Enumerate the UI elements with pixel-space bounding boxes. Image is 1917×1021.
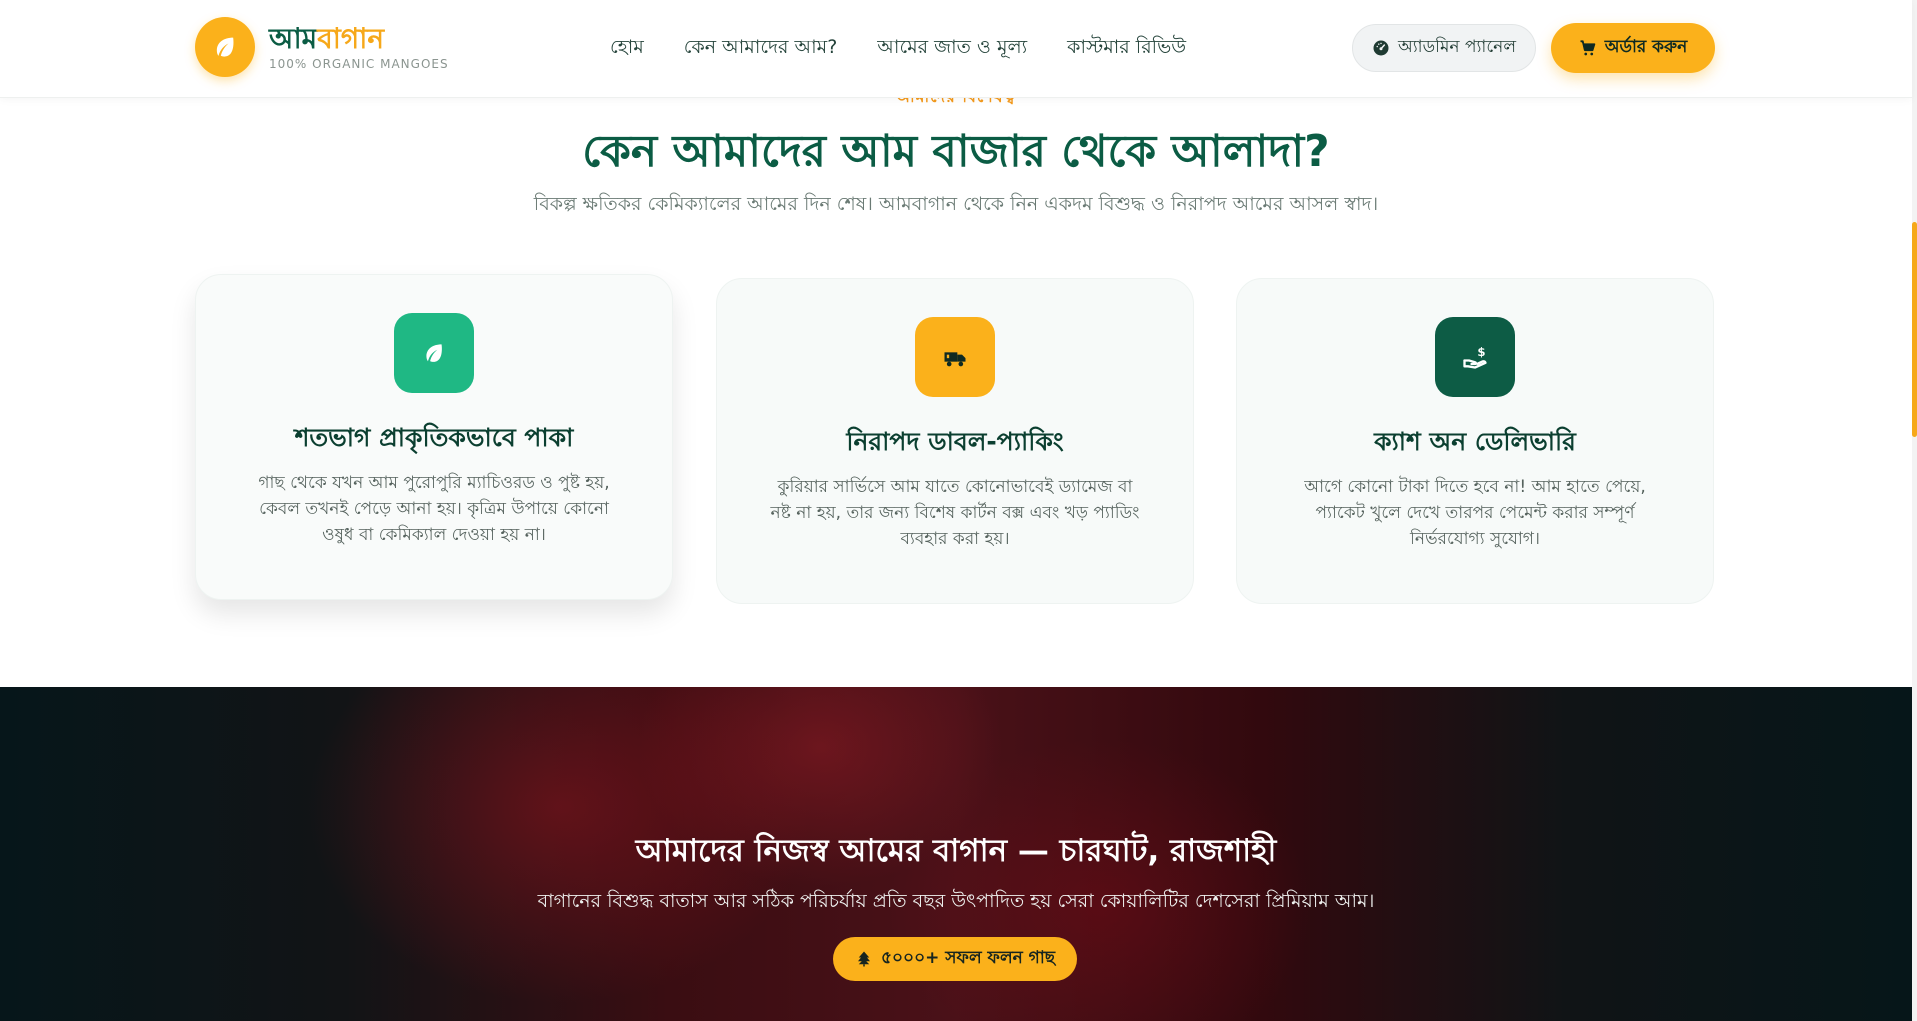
brand-name: আমবাগান [269, 23, 449, 55]
garden-badge-label: ৫০০০+ সফল ফলন গাছ [880, 948, 1056, 968]
why-section: আমাদের বিশেষত্ব কেন আমাদের আম বাজার থেকে… [0, 87, 1912, 687]
leaf-icon [426, 344, 442, 362]
logo[interactable]: আমবাগান 100% ORGANIC MANGOES [195, 17, 449, 77]
truck-icon [944, 352, 966, 367]
brand-name-part1: আম [269, 22, 318, 55]
section-subtitle: বিকল্প ক্ষতিকর কেমিক্যালের আমের দিন শেষ।… [533, 193, 1379, 215]
garden-section: আমাদের নিজস্ব আমের বাগান — চারঘাট, রাজশা… [0, 687, 1912, 1021]
tree-icon [857, 951, 870, 967]
cash-hand-icon: $ [1463, 345, 1487, 369]
main-nav: হোম কেন আমাদের আম? আমের জাত ও মূল্য কাস্… [610, 33, 1186, 65]
brand-name-part2: বাগান [317, 22, 385, 55]
order-button[interactable]: অর্ডার করুন [1551, 23, 1715, 73]
order-button-label: অর্ডার করুন [1604, 37, 1688, 57]
nav-link-varieties[interactable]: আমের জাত ও মূল্য [877, 33, 1027, 65]
feature-text: আগে কোনো টাকা দিতে হবে না! আম হাতে পেয়ে… [1304, 477, 1646, 549]
feature-title: নিরাপদ ডাবল-প্যাকিং [846, 427, 1064, 456]
feature-icon-box [915, 317, 995, 397]
feature-icon-box: $ [1435, 317, 1515, 397]
logo-badge [195, 17, 255, 77]
feature-card-natural[interactable]: শতভাগ প্রাকৃতিকভাবে পাকা গাছ থেকে যখন আম… [195, 274, 673, 600]
leaf-icon [216, 37, 234, 57]
nav-link-reviews[interactable]: কাস্টমার রিভিউ [1067, 33, 1186, 65]
garden-badge: ৫০০০+ সফল ফলন গাছ [833, 937, 1077, 981]
feature-text: কুরিয়ার সার্ভিসে আম যাতে কোনোভাবেই ড্যা… [770, 477, 1140, 549]
svg-text:$: $ [1477, 345, 1485, 359]
feature-text: গাছ থেকে যখন আম পুরোপুরি ম্যাচিওরড ও পুষ… [258, 473, 610, 545]
brand-tagline: 100% ORGANIC MANGOES [269, 57, 449, 71]
nav-link-home[interactable]: হোম [610, 33, 644, 65]
site-header: আমবাগান 100% ORGANIC MANGOES হোম কেন আমা… [0, 0, 1912, 98]
feature-card-cod[interactable]: $ ক্যাশ অন ডেলিভারি আগে কোনো টাকা দিতে হ… [1236, 278, 1714, 604]
gauge-icon [1373, 40, 1389, 56]
garden-title: আমাদের নিজস্ব আমের বাগান — চারঘাট, রাজশা… [635, 833, 1277, 869]
feature-title: ক্যাশ অন ডেলিভারি [1374, 427, 1576, 456]
feature-card-packing[interactable]: নিরাপদ ডাবল-প্যাকিং কুরিয়ার সার্ভিসে আম… [716, 278, 1194, 604]
feature-icon-box [394, 313, 474, 393]
admin-panel-label: অ্যাডমিন প্যানেল [1398, 37, 1516, 57]
garden-subtitle: বাগানের বিশুদ্ধ বাতাস আর সঠিক পরিচর্যায়… [537, 890, 1375, 912]
scrollbar-track[interactable] [1912, 0, 1917, 1021]
nav-link-why[interactable]: কেন আমাদের আম? [684, 33, 838, 65]
scrollbar-thumb[interactable] [1912, 222, 1917, 437]
section-title: কেন আমাদের আম বাজার থেকে আলাদা? [582, 126, 1330, 177]
admin-panel-button[interactable]: অ্যাডমিন প্যানেল [1352, 24, 1536, 72]
feature-title: শতভাগ প্রাকৃতিকভাবে পাকা [294, 423, 574, 452]
cart-icon [1580, 40, 1596, 56]
